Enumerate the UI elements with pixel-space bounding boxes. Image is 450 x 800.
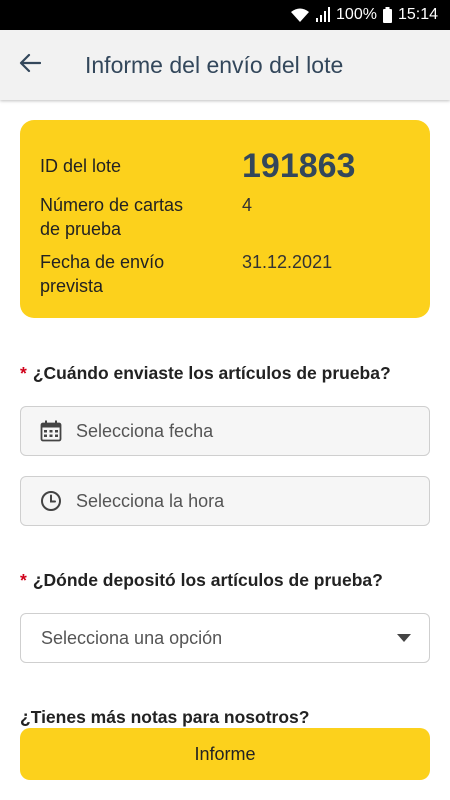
required-mark: * — [20, 363, 27, 383]
batch-id-label: ID del lote — [40, 156, 122, 176]
test-cards-label-line2: de prueba — [40, 219, 122, 239]
page-title: Informe del envío del lote — [85, 51, 344, 78]
signal-icon — [316, 7, 331, 23]
drop-location-select[interactable]: Selecciona una opción — [20, 613, 430, 663]
time-picker-field[interactable]: Selecciona la hora — [20, 476, 430, 526]
ship-date-label-line1: Fecha de envío — [40, 252, 165, 272]
submit-report-button[interactable]: Informe — [20, 728, 430, 780]
date-picker-field[interactable]: Selecciona fecha — [20, 406, 430, 456]
select-placeholder: Selecciona una opción — [41, 627, 223, 648]
notes-question-text: ¿Tienes más notas para nosotros? — [20, 707, 310, 727]
test-cards-value: 4 — [242, 195, 253, 215]
when-question-text: ¿Cuándo enviaste los artículos de prueba… — [32, 363, 391, 383]
batch-info-card: ID del lote 191863 Número de cartas de p… — [20, 120, 430, 318]
arrow-left-icon — [19, 53, 42, 78]
test-cards-label-line1: Número de cartas — [40, 195, 184, 215]
when-question: * ¿Cuándo enviaste los artículos de prueb… — [20, 363, 391, 384]
ship-date-value: 31.12.2021 — [242, 252, 333, 272]
ship-date-label-line2: prevista — [40, 276, 104, 296]
clock-icon — [40, 490, 62, 512]
caret-down-icon — [397, 634, 411, 642]
required-mark: * — [20, 570, 27, 590]
calendar-icon — [40, 420, 62, 442]
where-question: * ¿Dónde depositó los artículos de prueba… — [20, 570, 383, 591]
test-cards-label: Número de cartas de prueba — [40, 193, 183, 241]
where-question-text: ¿Dónde depositó los artículos de prueba? — [32, 570, 383, 590]
wifi-icon — [290, 7, 310, 23]
date-placeholder: Selecciona fecha — [76, 420, 214, 441]
ship-date-label: Fecha de envío prevista — [40, 250, 164, 298]
battery-icon — [382, 7, 392, 23]
app-bar: Informe del envío del lote — [0, 30, 450, 100]
back-button[interactable] — [0, 30, 60, 100]
battery-percent: 100% — [336, 6, 377, 23]
status-bar: 100% 15:14 — [0, 0, 450, 30]
clock-time: 15:14 — [397, 6, 438, 23]
notes-question: ¿Tienes más notas para nosotros? — [20, 707, 309, 728]
time-placeholder: Selecciona la hora — [76, 490, 225, 511]
batch-id-value: 191863 — [242, 147, 356, 185]
